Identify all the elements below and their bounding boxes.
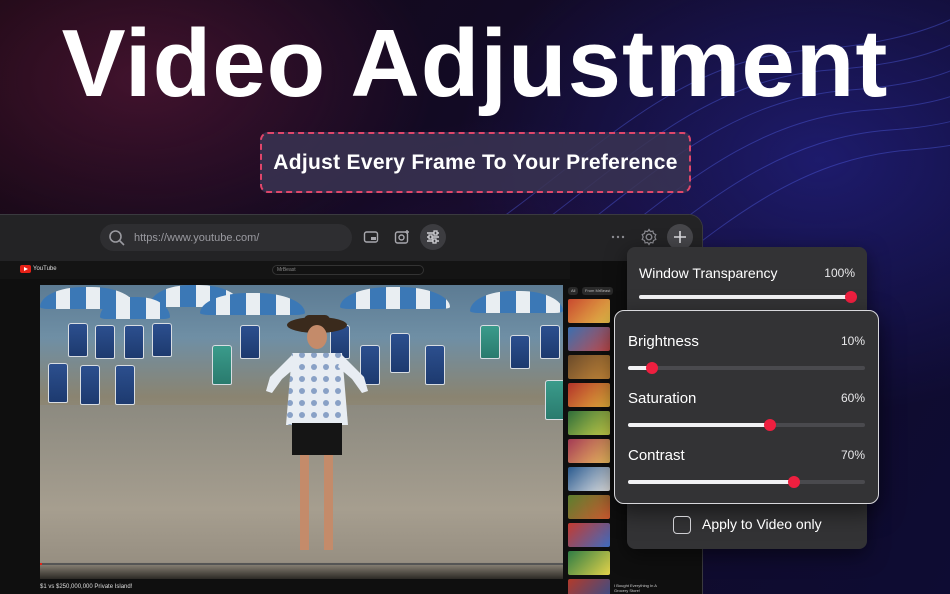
youtube-search-input[interactable]: MrBeast [272, 265, 424, 275]
side-video-title: I Bought Everything In A Grocery Store! [614, 583, 657, 593]
chip-from-channel[interactable]: From MrBeast [582, 287, 614, 295]
more-button[interactable] [605, 224, 631, 250]
video-player[interactable] [40, 285, 563, 579]
url-bar[interactable]: https://www.youtube.com/ [100, 224, 352, 251]
slider-knob[interactable] [787, 476, 800, 488]
slider-fill [628, 480, 794, 484]
browser-window: https://www.youtube.com/ YouTube MrBeast [0, 214, 703, 594]
adjust-icon [427, 230, 439, 244]
video-adjustment-panel: Brightness 10% Saturation 60% Contrast 7… [614, 310, 879, 504]
saturation-label: Saturation [628, 390, 697, 407]
apply-to-video-label: Apply to Video only [702, 516, 822, 532]
subtitle-banner: Adjust Every Frame To Your Preference [260, 132, 691, 193]
slider-knob[interactable] [845, 291, 857, 303]
chip-all[interactable]: All [568, 287, 579, 295]
search-icon [109, 229, 125, 246]
contrast-label: Contrast [628, 447, 685, 464]
apply-to-video-checkbox[interactable] [673, 516, 691, 534]
brightness-slider[interactable] [628, 362, 865, 374]
slider-knob[interactable] [764, 419, 777, 431]
saturation-slider[interactable] [628, 419, 865, 431]
window-transparency-slider[interactable] [639, 291, 857, 303]
brightness-value: 10% [840, 334, 865, 348]
person-in-video [266, 315, 368, 550]
video-progress-bar[interactable] [40, 563, 563, 565]
contrast-slider[interactable] [628, 476, 865, 488]
youtube-logo[interactable]: YouTube [20, 265, 57, 273]
window-transparency-label: Window Transparency [639, 265, 778, 281]
plus-icon [674, 231, 686, 243]
headline: Video Adjustment [61, 10, 889, 117]
video-title: $1 vs $250,000,000 Private Island! [40, 584, 133, 590]
slider-fill [639, 295, 851, 299]
youtube-header: YouTube MrBeast [0, 261, 570, 279]
screenshot-icon [394, 230, 409, 244]
contrast-value: 70% [840, 448, 865, 462]
youtube-page: YouTube MrBeast $1 vs $250,000,000 Priva… [0, 261, 702, 594]
saturation-value: 60% [840, 391, 865, 405]
browser-toolbar: https://www.youtube.com/ [0, 215, 702, 261]
subtitle-text: Adjust Every Frame To Your Preference [273, 150, 678, 174]
youtube-logo-text: YouTube [33, 266, 57, 272]
gear-icon [641, 228, 657, 246]
slider-fill [628, 423, 771, 427]
more-icon [611, 235, 625, 239]
youtube-play-icon [20, 265, 31, 273]
window-transparency-value: 100% [824, 266, 855, 280]
screenshot-button[interactable] [389, 224, 415, 250]
brightness-label: Brightness [628, 333, 699, 350]
pip-icon [363, 231, 379, 243]
url-text: https://www.youtube.com/ [134, 231, 260, 244]
adjust-button[interactable] [420, 224, 446, 250]
pip-button[interactable] [358, 224, 384, 250]
slider-knob[interactable] [645, 362, 658, 374]
